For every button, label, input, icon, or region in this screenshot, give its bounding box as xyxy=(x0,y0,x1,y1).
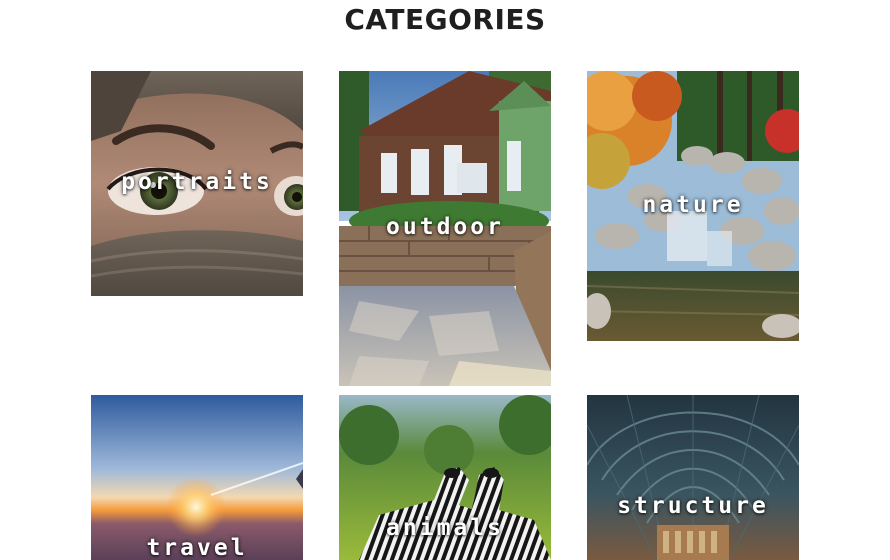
category-tile-nature[interactable]: nature xyxy=(587,71,799,341)
category-tile-travel[interactable]: travel xyxy=(91,395,303,560)
arched-hall-photo xyxy=(587,395,799,560)
category-label-outdoor: outdoor xyxy=(386,214,504,240)
category-tile-portraits[interactable]: portraits xyxy=(91,71,303,296)
category-label-animals: animals xyxy=(386,515,504,541)
category-label-structure: structure xyxy=(617,493,769,519)
category-label-nature: nature xyxy=(642,192,744,218)
category-tile-structure[interactable]: structure xyxy=(587,395,799,560)
page-title: CATEGORIES xyxy=(344,3,546,36)
category-tile-outdoor[interactable]: outdoor xyxy=(339,71,551,386)
category-label-portraits: portraits xyxy=(121,169,273,195)
category-label-travel: travel xyxy=(146,535,248,560)
category-tile-animals[interactable]: animals xyxy=(339,395,551,560)
